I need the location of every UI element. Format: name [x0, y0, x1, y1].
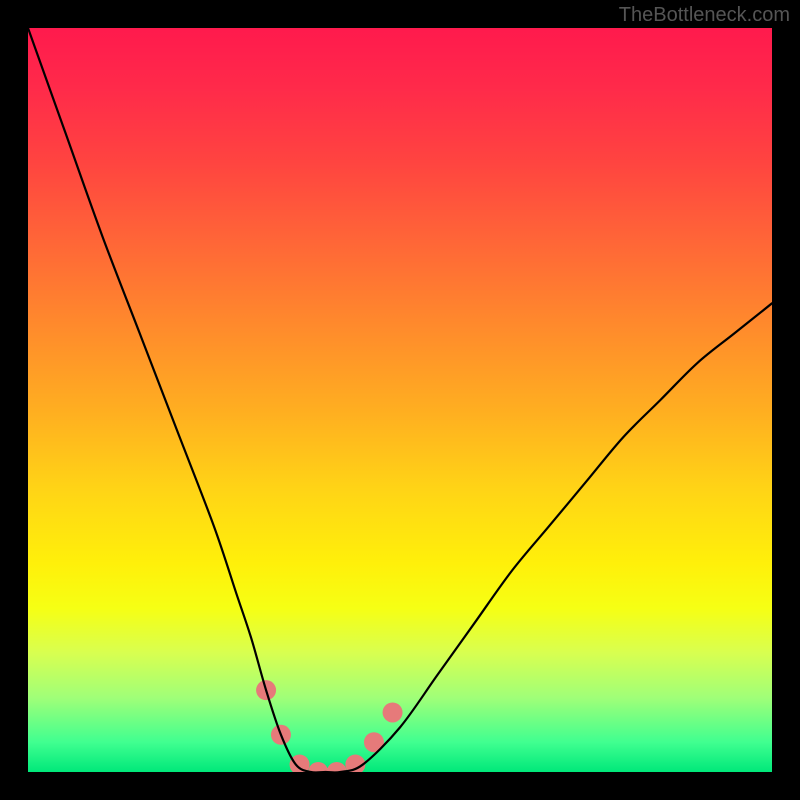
chart-svg — [28, 28, 772, 772]
chart-marker — [383, 702, 403, 722]
chart-marker — [271, 725, 291, 745]
watermark-text: TheBottleneck.com — [619, 4, 790, 27]
chart-plot-area — [28, 28, 772, 772]
chart-marker — [364, 732, 384, 752]
chart-marker — [256, 680, 276, 700]
chart-marker — [308, 762, 328, 772]
chart-marker — [345, 755, 365, 772]
chart-marker — [327, 762, 347, 772]
bottleneck-curve — [28, 28, 772, 772]
chart-marker — [290, 755, 310, 772]
chart-markers — [256, 680, 402, 772]
